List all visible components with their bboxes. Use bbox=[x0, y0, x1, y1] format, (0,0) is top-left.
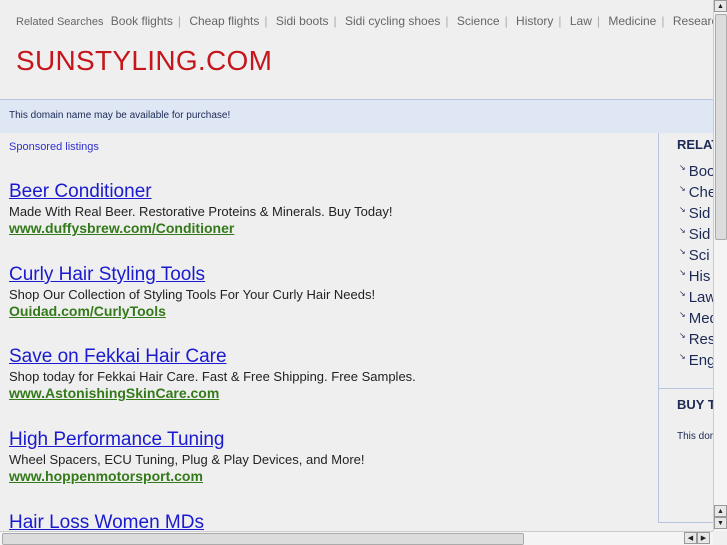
sidebar-item[interactable]: ↘ Law bbox=[679, 289, 713, 310]
availability-notice[interactable]: This domain name may be available for pu… bbox=[0, 99, 713, 133]
related-link-law[interactable]: Law bbox=[570, 14, 592, 28]
horizontal-scrollbar[interactable]: ◀ ▶ bbox=[0, 531, 713, 545]
listing-title[interactable]: Hair Loss Women MDs bbox=[9, 512, 204, 531]
scroll-left-button[interactable]: ◀ bbox=[684, 532, 697, 544]
sponsored-label: Sponsored listings bbox=[9, 141, 99, 153]
related-searches-label: Related Searches bbox=[16, 16, 104, 28]
scroll-up-button[interactable]: ▲ bbox=[714, 0, 727, 12]
listing-description: Shop Our Collection of Styling Tools For… bbox=[9, 287, 376, 302]
arrow-icon: ↘ bbox=[679, 226, 686, 235]
buy-heading: BUY T bbox=[677, 397, 713, 412]
related-link-medicine[interactable]: Medicine bbox=[608, 14, 656, 28]
listing-title[interactable]: High Performance Tuning bbox=[9, 429, 365, 451]
arrow-icon: ↘ bbox=[679, 310, 686, 319]
listing-url[interactable]: www.AstonishingSkinCare.com bbox=[9, 385, 416, 402]
right-sidebar: RELAT ↘Boo ↘Che ↘Sid ↘Sid ↘Sci ↘His ↘Law… bbox=[658, 133, 713, 523]
arrow-icon: ↘ bbox=[679, 352, 686, 361]
arrow-icon: ↘ bbox=[679, 163, 686, 172]
sidebar-item[interactable]: ↘ Sci bbox=[679, 247, 713, 268]
page: Related Searches Book flights | Cheap fli… bbox=[0, 0, 713, 531]
listing-description: Shop today for Fekkai Hair Care. Fast & … bbox=[9, 369, 416, 384]
related-link-sidi-boots[interactable]: Sidi boots bbox=[276, 14, 329, 28]
sidebar-item[interactable]: ↘ Sid bbox=[679, 205, 713, 226]
arrow-icon: ↘ bbox=[679, 289, 686, 298]
related-searches-bar: Related Searches Book flights | Cheap fli… bbox=[16, 14, 713, 28]
listing-url[interactable]: Ouidad.com/CurlyTools bbox=[9, 303, 375, 320]
sidebar-related-list: ↘Boo ↘Che ↘Sid ↘Sid ↘Sci ↘His ↘Law ↘Med … bbox=[679, 163, 713, 373]
listing-description: Made With Real Beer. Restorative Protein… bbox=[9, 204, 393, 219]
sidebar-item[interactable]: ↘Med bbox=[679, 310, 713, 331]
listing-title[interactable]: Save on Fekkai Hair Care bbox=[9, 346, 416, 368]
related-heading: RELAT bbox=[677, 137, 713, 152]
listing-title[interactable]: Curly Hair Styling Tools bbox=[9, 264, 375, 286]
horizontal-scroll-thumb[interactable] bbox=[2, 533, 524, 545]
sidebar-divider bbox=[659, 388, 713, 389]
sidebar-item[interactable]: ↘ Res bbox=[679, 331, 713, 352]
listing-description: Wheel Spacers, ECU Tuning, Plug & Play D… bbox=[9, 452, 365, 467]
listing: Save on Fekkai Hair Care Shop today for … bbox=[9, 346, 416, 402]
sidebar-item[interactable]: ↘ Eng bbox=[679, 352, 713, 373]
listing: Curly Hair Styling Tools Shop Our Collec… bbox=[9, 264, 375, 320]
listing: Beer Conditioner Made With Real Beer. Re… bbox=[9, 181, 392, 237]
sidebar-item[interactable]: ↘ Che bbox=[679, 184, 713, 205]
vertical-scroll-thumb[interactable] bbox=[715, 14, 727, 240]
scroll-right-button[interactable]: ▶ bbox=[697, 532, 710, 544]
arrow-icon: ↘ bbox=[679, 184, 686, 193]
listing: Hair Loss Women MDs bbox=[9, 512, 204, 531]
scroll-up-button-bottom[interactable]: ▲ bbox=[714, 505, 727, 517]
related-link-research[interactable]: Research bbox=[673, 14, 713, 28]
arrow-icon: ↘ bbox=[679, 247, 686, 256]
buy-text: This dor bbox=[677, 431, 713, 442]
sidebar-item[interactable]: ↘ His bbox=[679, 268, 713, 289]
scroll-down-button[interactable]: ▼ bbox=[714, 517, 727, 529]
related-link-sidi-cycling-shoes[interactable]: Sidi cycling shoes bbox=[345, 14, 440, 28]
arrow-icon: ↘ bbox=[679, 268, 686, 277]
listing-url[interactable]: www.duffysbrew.com/Conditioner bbox=[9, 220, 392, 237]
arrow-icon: ↘ bbox=[679, 205, 686, 214]
arrow-icon: ↘ bbox=[679, 331, 686, 340]
related-link-cheap-flights[interactable]: Cheap flights bbox=[189, 14, 259, 28]
related-link-history[interactable]: History bbox=[516, 14, 553, 28]
vertical-scrollbar[interactable]: ▲ ▲ ▼ bbox=[713, 0, 727, 531]
site-title: SUNSTYLING.COM bbox=[16, 45, 273, 76]
listing: High Performance Tuning Wheel Spacers, E… bbox=[9, 429, 365, 485]
related-link-science[interactable]: Science bbox=[457, 14, 500, 28]
related-link-book-flights[interactable]: Book flights bbox=[111, 14, 173, 28]
listing-title[interactable]: Beer Conditioner bbox=[9, 181, 392, 203]
listing-url[interactable]: www.hoppenmotorsport.com bbox=[9, 468, 365, 485]
sidebar-item[interactable]: ↘ Boo bbox=[679, 163, 713, 184]
sidebar-item[interactable]: ↘ Sid bbox=[679, 226, 713, 247]
